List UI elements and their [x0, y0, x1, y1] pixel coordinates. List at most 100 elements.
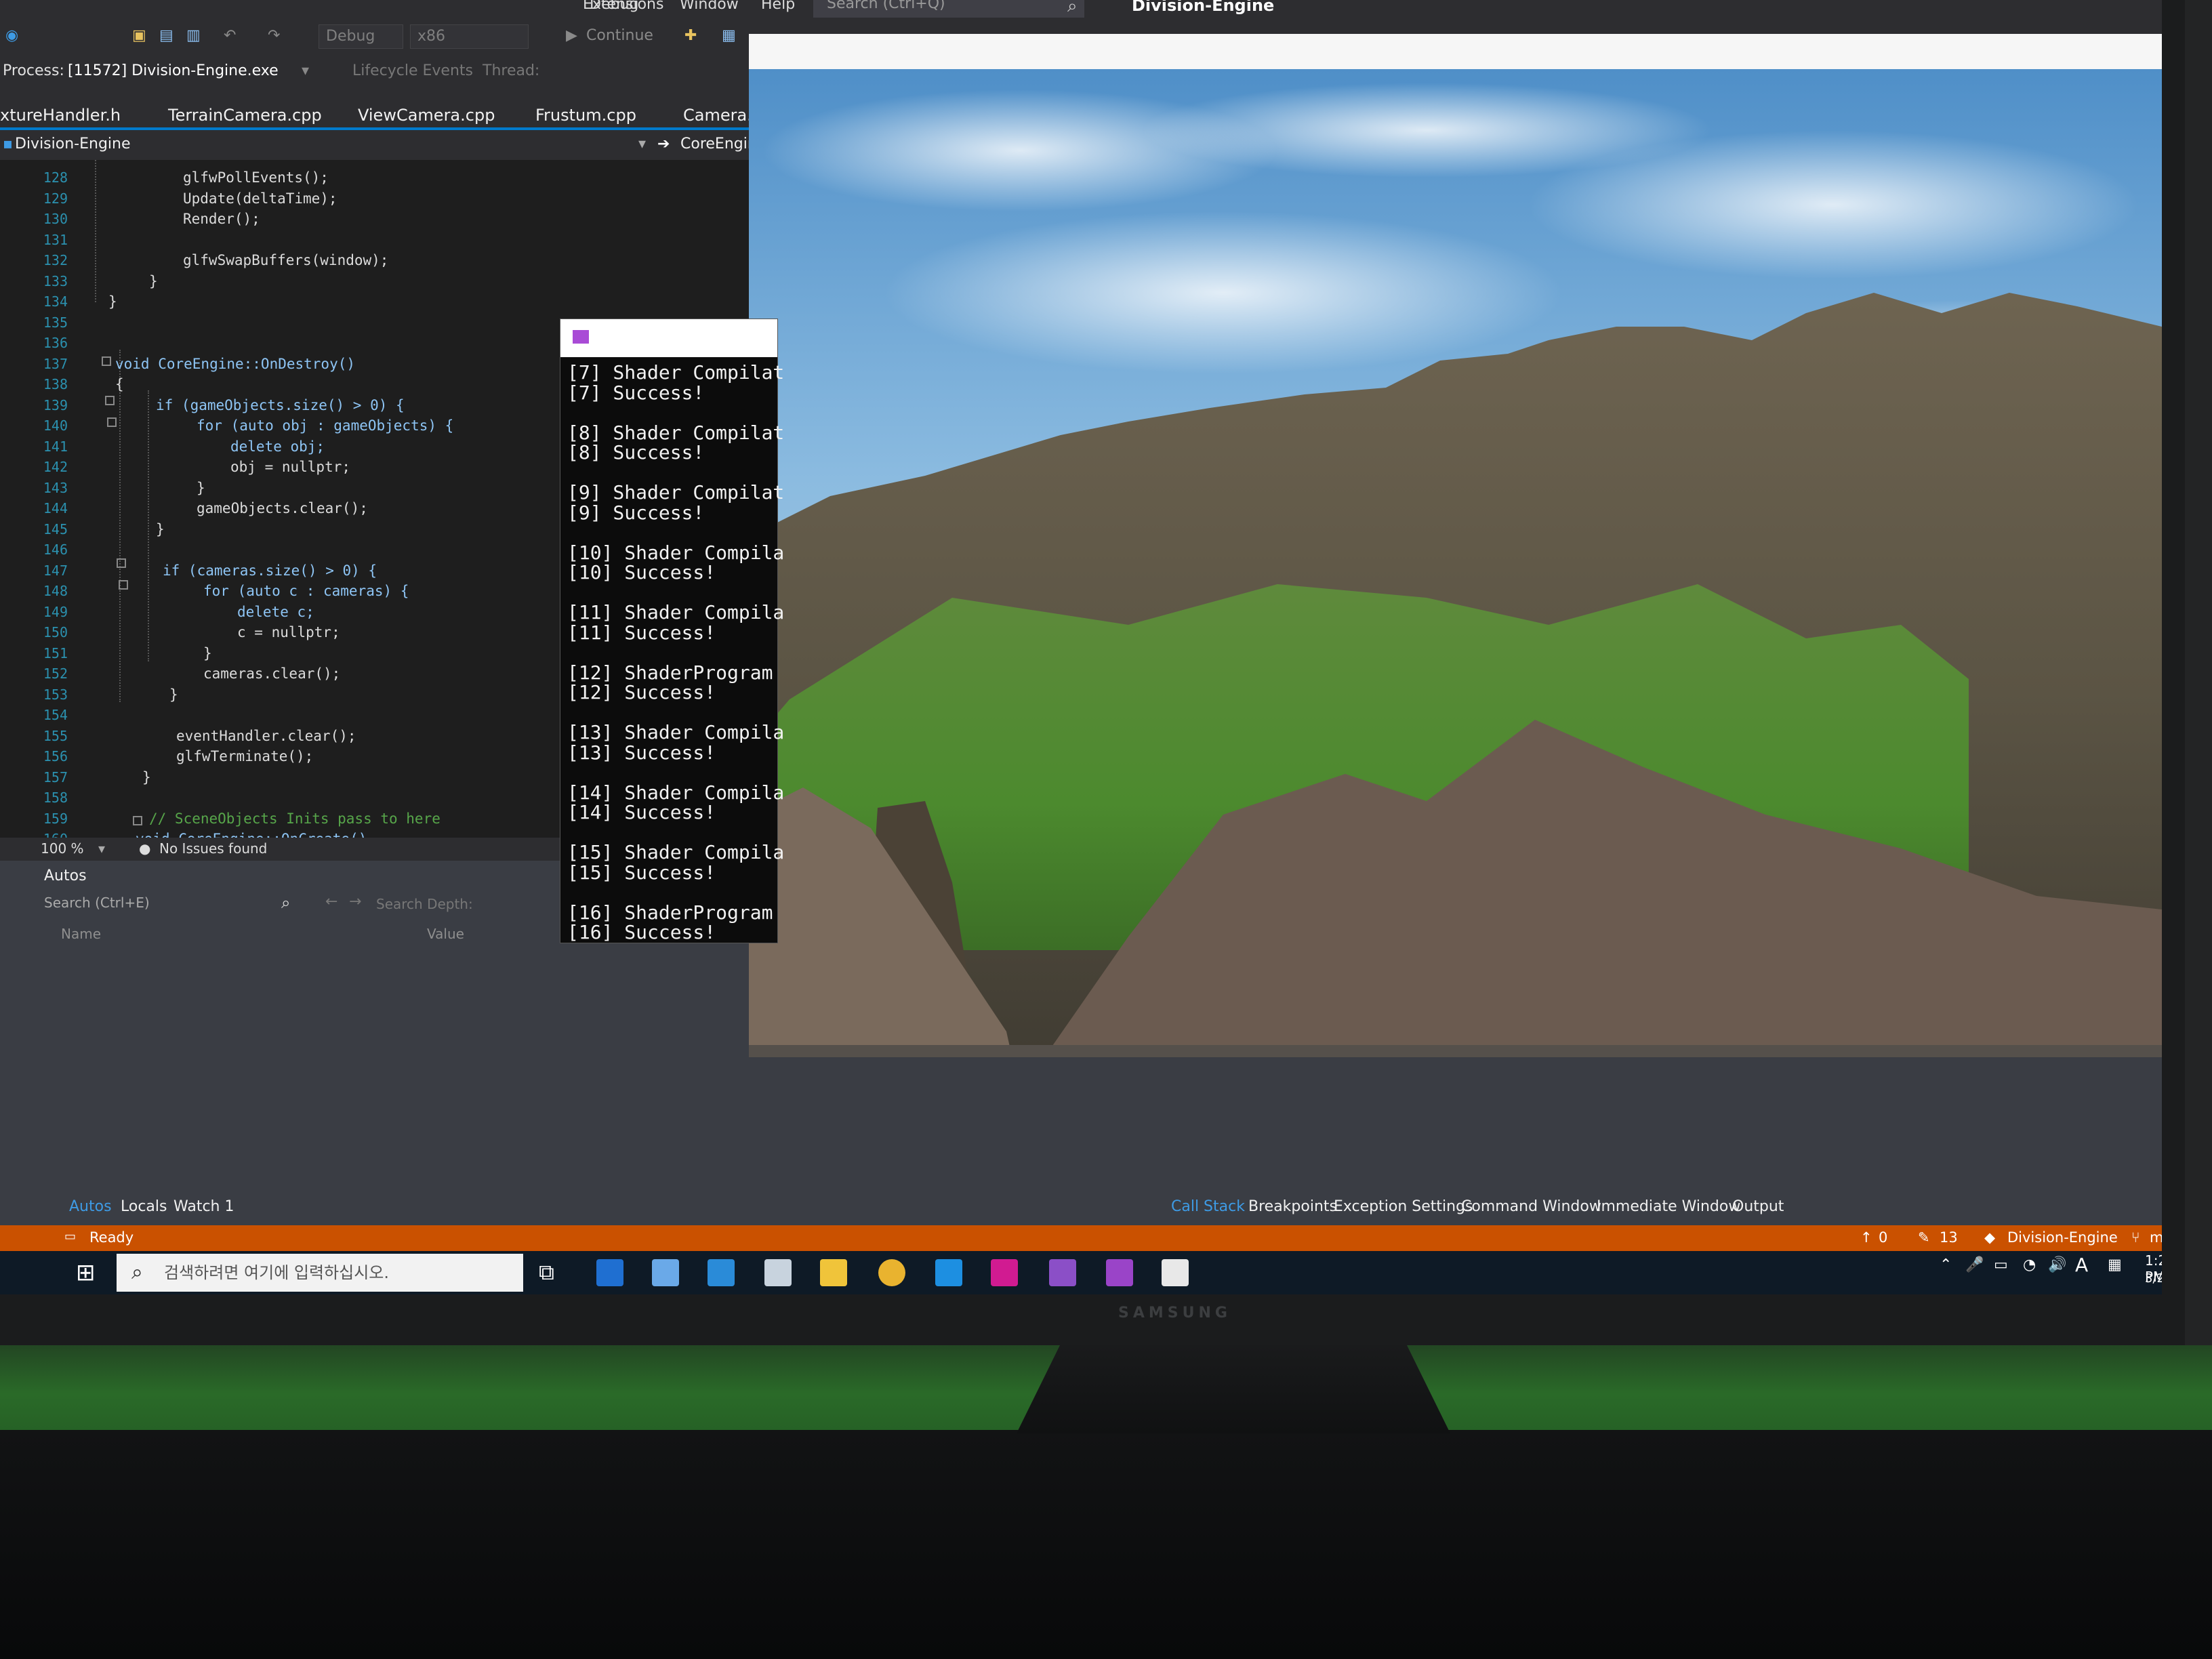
vscode-icon[interactable] [935, 1259, 962, 1286]
terrain-render-window[interactable] [749, 34, 2162, 1057]
autos-search-input[interactable]: Search (Ctrl+E) [44, 895, 302, 918]
collapse-icon[interactable] [102, 356, 111, 366]
branch-name[interactable]: master [2150, 1229, 2162, 1246]
monitor-app-icon[interactable] [764, 1259, 792, 1286]
adobe-xd-icon[interactable] [991, 1259, 1018, 1286]
code-line[interactable]: } [197, 480, 205, 496]
menu-window[interactable]: Window [680, 0, 739, 13]
code-line[interactable]: // SceneObjects Inits pass to here [149, 811, 441, 827]
window-icon[interactable]: ▦ [722, 27, 736, 44]
collapse-icon[interactable] [117, 558, 126, 568]
branch-icon[interactable]: ⑂ [2131, 1229, 2140, 1246]
code-line[interactable]: } [149, 273, 158, 289]
open-folder-icon[interactable]: ▣ [132, 27, 146, 44]
redo-icon[interactable]: ↷ [268, 27, 280, 44]
tab-output[interactable]: Output [1732, 1198, 1784, 1215]
zoom-dropdown[interactable]: 100 % [41, 840, 84, 857]
up-arrow-icon[interactable]: ↑ [1860, 1229, 1872, 1246]
store-icon[interactable] [708, 1259, 735, 1286]
project-dropdown[interactable]: Division-Engine [15, 136, 131, 152]
column-value[interactable]: Value [427, 926, 464, 942]
code-line[interactable]: if (cameras.size() > 0) { [163, 562, 377, 579]
pending-changes-count[interactable]: 13 [1940, 1229, 1958, 1246]
search-icon[interactable]: ⌕ [131, 1261, 143, 1284]
battery-icon[interactable]: ▭ [1994, 1256, 2008, 1273]
tab-terraincamera-cpp[interactable]: TerrainCamera.cpp [168, 106, 322, 125]
project-chevron-icon[interactable]: ▾ [638, 136, 646, 152]
taskbar-search-input[interactable]: 검색하려면 여기에 입력하십시오. [117, 1254, 523, 1292]
back-icon[interactable]: ◉ [5, 27, 18, 44]
code-line[interactable]: obj = nullptr; [230, 459, 350, 475]
forward-arrow-icon[interactable]: → [349, 893, 361, 910]
code-line[interactable]: glfwPollEvents(); [183, 169, 329, 186]
chrome-icon[interactable] [878, 1259, 905, 1286]
config-dropdown[interactable]: Debug [319, 24, 403, 49]
lifecycle-events-button[interactable]: Lifecycle Events [352, 62, 473, 79]
code-line[interactable]: eventHandler.clear(); [176, 728, 356, 744]
process-dropdown[interactable]: [11572] Division-Engine.exe [68, 62, 279, 79]
code-line[interactable]: Update(deltaTime); [183, 190, 337, 207]
column-name[interactable]: Name [61, 926, 101, 942]
console-titlebar[interactable] [560, 319, 777, 357]
tab-frustum-cpp[interactable]: Frustum.cpp [535, 106, 636, 125]
chat-icon[interactable] [652, 1259, 679, 1286]
code-line[interactable]: if (gameObjects.size() > 0) { [156, 397, 405, 413]
code-line[interactable]: delete c; [237, 604, 314, 620]
code-line[interactable]: } [156, 521, 165, 537]
code-line[interactable]: } [142, 769, 151, 785]
task-view-icon[interactable]: ⧉ [539, 1259, 554, 1286]
continue-icon[interactable]: ▶ [566, 27, 577, 44]
render-window-titlebar[interactable] [749, 34, 2162, 69]
code-line[interactable]: gameObjects.clear(); [197, 500, 368, 516]
tab-exception-settings[interactable]: Exception Settings [1334, 1198, 1473, 1215]
continue-button[interactable]: Continue [586, 27, 653, 44]
menu-extensions[interactable]: Extensions [583, 0, 663, 13]
tray-chevron-icon[interactable]: ⌃ [1940, 1256, 1952, 1273]
terrain-app-icon[interactable] [1162, 1259, 1189, 1286]
code-line[interactable]: cameras.clear(); [203, 665, 340, 682]
code-line[interactable]: } [108, 293, 117, 310]
visual-studio-icon[interactable] [1049, 1259, 1076, 1286]
collapse-icon[interactable] [119, 580, 128, 590]
collapse-icon[interactable] [133, 816, 142, 825]
code-line[interactable]: { [115, 376, 124, 392]
collapse-icon[interactable] [107, 417, 117, 427]
undo-icon[interactable]: ↶ [224, 27, 236, 44]
console-window[interactable]: [7] Shader Compilat [7] Success! [8] Shade… [560, 319, 784, 943]
mic-icon[interactable]: 🎤 [1965, 1256, 1984, 1273]
unpushed-count[interactable]: 0 [1879, 1229, 1887, 1246]
code-line[interactable]: void CoreEngine::OnDestroy() [115, 356, 355, 372]
code-line[interactable]: Render(); [183, 211, 260, 227]
quick-launch-search[interactable]: Search (Ctrl+Q) [813, 0, 1084, 18]
tab-watch-1[interactable]: Watch 1 [173, 1198, 234, 1215]
repo-icon[interactable]: ◆ [1984, 1229, 1995, 1246]
volume-icon[interactable]: 🔊 [2048, 1256, 2066, 1273]
tab-autos[interactable]: Autos [69, 1198, 112, 1215]
wifi-icon[interactable]: ◔ [2023, 1256, 2036, 1273]
ime-icon[interactable]: A [2075, 1254, 2088, 1276]
issues-status[interactable]: No Issues found [159, 840, 267, 857]
code-line[interactable]: delete obj; [230, 438, 325, 455]
platform-dropdown[interactable]: x86 [410, 24, 529, 49]
keyboard-icon[interactable]: ▦ [2108, 1256, 2122, 1273]
search-icon[interactable]: ⌕ [1067, 0, 1078, 17]
tab-viewcamera-cpp[interactable]: ViewCamera.cpp [358, 106, 495, 125]
code-line[interactable]: } [169, 687, 178, 703]
menu-help[interactable]: Help [761, 0, 795, 13]
tab-breakpoints[interactable]: Breakpoints [1248, 1198, 1337, 1215]
search-icon[interactable]: ⌕ [281, 893, 290, 912]
windows-start-icon[interactable]: ⊞ [76, 1259, 96, 1286]
code-line[interactable]: for (auto c : cameras) { [203, 583, 409, 599]
clock-date[interactable]: 3/26/2020 [2145, 1271, 2162, 1286]
pin-icon[interactable]: ✚ [684, 27, 697, 44]
console-app-icon[interactable] [1106, 1259, 1133, 1286]
file-explorer-icon[interactable] [820, 1259, 847, 1286]
code-line[interactable]: } [203, 645, 212, 661]
code-line[interactable]: glfwSwapBuffers(window); [183, 252, 388, 268]
scope-dropdown[interactable]: CoreEngin [680, 136, 757, 152]
code-line[interactable]: for (auto obj : gameObjects) { [197, 417, 453, 434]
tab-immediate-window[interactable]: Immediate Window [1597, 1198, 1740, 1215]
code-line[interactable]: c = nullptr; [237, 624, 340, 640]
tab-command-window[interactable]: Command Window [1461, 1198, 1601, 1215]
back-arrow-icon[interactable]: ← [325, 893, 337, 910]
